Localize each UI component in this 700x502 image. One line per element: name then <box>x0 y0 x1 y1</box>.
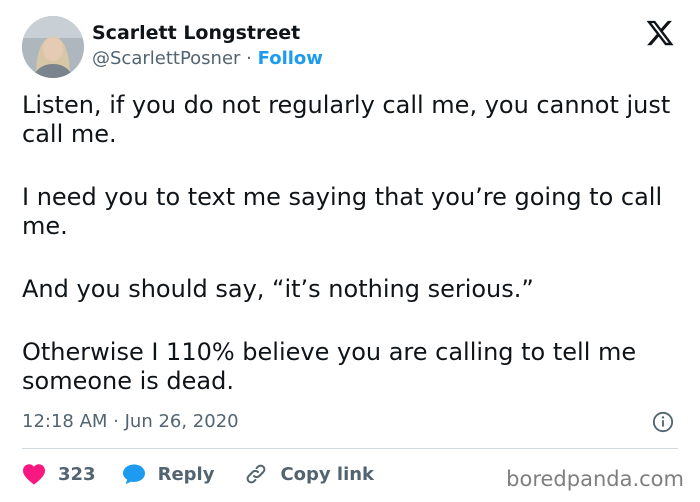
reply-button[interactable]: Reply <box>122 463 215 485</box>
divider <box>22 448 678 449</box>
author-handle[interactable]: @ScarlettPosner <box>92 48 240 69</box>
like-count: 323 <box>58 463 96 485</box>
author-handle-line: @ScarlettPosner · Follow <box>92 48 323 69</box>
copy-link-label: Copy link <box>280 463 375 485</box>
watermark: boredpanda.com <box>506 467 684 491</box>
heart-icon <box>23 464 45 485</box>
avatar-photo <box>22 16 84 78</box>
author-display-name[interactable]: Scarlett Longstreet <box>92 22 300 44</box>
handle-separator: · <box>246 48 252 69</box>
x-logo-icon[interactable] <box>645 18 675 48</box>
tweet-text: Listen, if you do not regularly call me,… <box>22 91 682 396</box>
avatar[interactable] <box>22 16 84 78</box>
action-bar: 323 Reply Copy link <box>22 460 374 488</box>
copy-link-button[interactable]: Copy link <box>244 462 374 486</box>
reply-bubble-icon <box>122 464 145 485</box>
tweet-paragraph: I need you to text me saying that you’re… <box>22 183 663 240</box>
link-icon <box>247 464 266 484</box>
tweet-paragraph: Listen, if you do not regularly call me,… <box>22 91 671 148</box>
tweet-paragraph: Otherwise I 110% believe you are calling… <box>22 338 637 395</box>
tweet-timestamp[interactable]: 12:18 AM · Jun 26, 2020 <box>22 411 239 432</box>
follow-link[interactable]: Follow <box>258 48 323 69</box>
reply-label: Reply <box>157 463 215 485</box>
like-button[interactable]: 323 <box>22 463 96 485</box>
tweet-paragraph: And you should say, “it’s nothing seriou… <box>22 275 534 303</box>
info-icon[interactable] <box>652 411 674 433</box>
